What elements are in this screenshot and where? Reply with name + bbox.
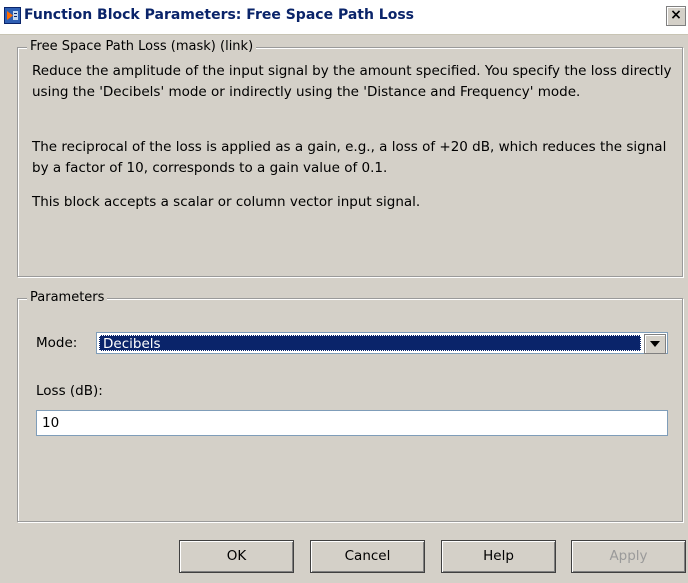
mode-label: Mode: [36, 335, 78, 351]
chevron-down-icon[interactable] [644, 334, 666, 354]
description-paragraph-2: The reciprocal of the loss is applied as… [32, 139, 667, 176]
cancel-button[interactable]: Cancel [310, 540, 425, 573]
close-button[interactable]: × [666, 6, 686, 26]
parameters-group: Parameters Mode: Decibels Loss (dB): [17, 290, 683, 522]
parameters-legend: Parameters [27, 290, 108, 305]
close-icon: × [670, 7, 682, 23]
apply-button[interactable]: Apply [571, 540, 686, 573]
description-legend: Free Space Path Loss (mask) (link) [27, 39, 257, 54]
simulink-block-icon [4, 7, 21, 24]
description-paragraph-3: This block accepts a scalar or column ve… [32, 194, 421, 210]
window-title: Function Block Parameters: Free Space Pa… [24, 7, 415, 23]
loss-label: Loss (dB): [36, 383, 103, 399]
ok-button[interactable]: OK [179, 540, 294, 573]
mode-select-value: Decibels [99, 335, 641, 352]
description-group: Free Space Path Loss (mask) (link) Reduc… [17, 39, 683, 277]
mode-select[interactable]: Decibels [96, 332, 668, 354]
help-button[interactable]: Help [441, 540, 556, 573]
dialog-body: Free Space Path Loss (mask) (link) Reduc… [0, 35, 688, 583]
loss-input[interactable] [36, 410, 668, 436]
description-paragraph-1: Reduce the amplitude of the input signal… [32, 63, 672, 100]
title-bar[interactable]: Function Block Parameters: Free Space Pa… [0, 0, 688, 35]
